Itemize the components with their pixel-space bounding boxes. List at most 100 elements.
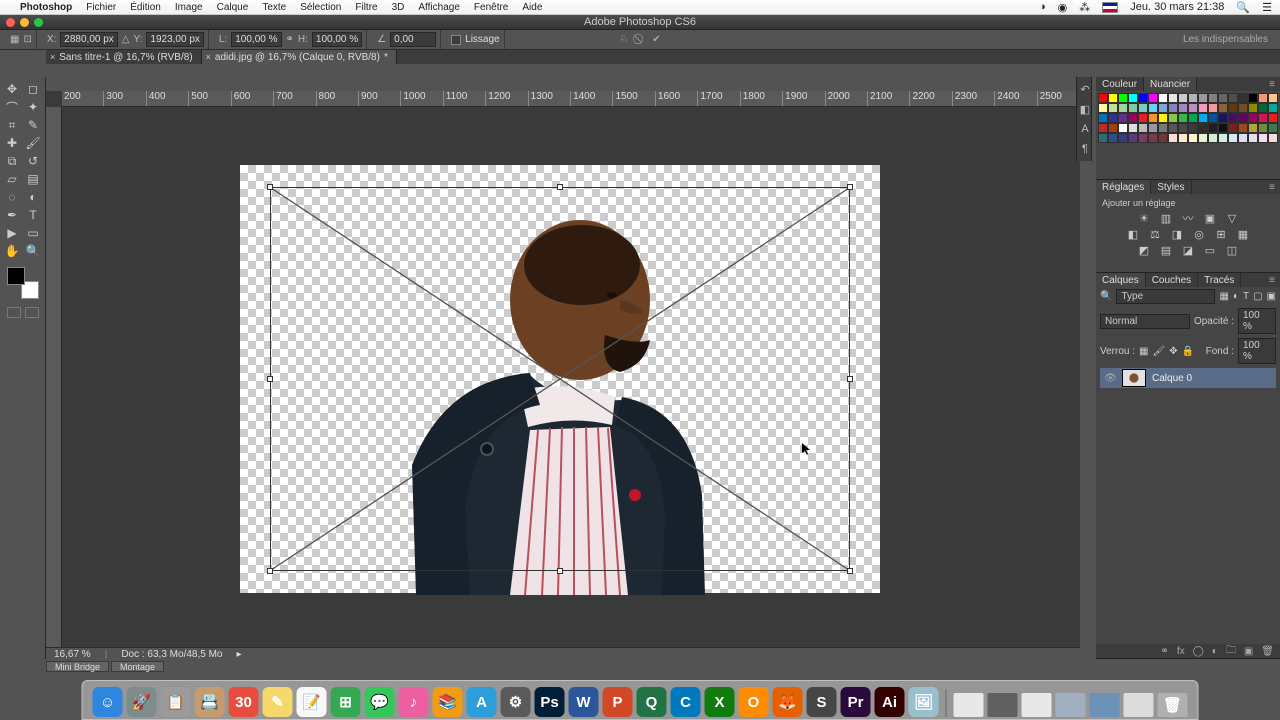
swatch[interactable] — [1128, 133, 1138, 143]
w-field[interactable]: 100,00 % — [231, 32, 281, 47]
dock-app[interactable]: C — [671, 687, 701, 717]
link-wh-icon[interactable]: ⚭ — [286, 34, 294, 45]
swatch[interactable] — [1218, 93, 1228, 103]
swatch[interactable] — [1248, 133, 1258, 143]
dock-app[interactable] — [1090, 693, 1120, 717]
transform-handle[interactable] — [267, 568, 273, 574]
swatch[interactable] — [1228, 103, 1238, 113]
brightness-icon[interactable]: ☀ — [1137, 212, 1151, 224]
filter-pixel-icon[interactable]: ▦ — [1219, 291, 1228, 302]
warp-mode-icon[interactable]: ♘ — [619, 34, 628, 45]
commit-transform-icon[interactable]: ✔ — [652, 34, 660, 45]
timeline-tab[interactable]: Montage — [111, 661, 164, 672]
swatch[interactable] — [1168, 93, 1178, 103]
selective-icon[interactable]: ◫ — [1225, 244, 1239, 256]
swatch[interactable] — [1138, 113, 1148, 123]
stamp-tool[interactable]: ⧉ — [3, 153, 22, 169]
dock-app[interactable]: 🦊 — [773, 687, 803, 717]
swatch[interactable] — [1168, 133, 1178, 143]
swatch[interactable] — [1138, 123, 1148, 133]
new-layer-icon[interactable]: ▣ — [1244, 646, 1253, 657]
close-tab-icon[interactable]: × — [206, 52, 211, 62]
swatch[interactable] — [1128, 103, 1138, 113]
swatch[interactable] — [1258, 133, 1268, 143]
menu-window[interactable]: Fenêtre — [474, 2, 508, 13]
dock-app[interactable]: 🚀 — [127, 687, 157, 717]
swatch[interactable] — [1198, 123, 1208, 133]
swatch[interactable] — [1158, 123, 1168, 133]
eraser-tool[interactable]: ▱ — [3, 171, 22, 187]
swatch[interactable] — [1168, 123, 1178, 133]
transform-handle[interactable] — [847, 376, 853, 382]
menu-filter[interactable]: Filtre — [355, 2, 377, 13]
dock-app[interactable]: ⊞ — [331, 687, 361, 717]
status-flag-icon[interactable] — [1102, 1, 1118, 13]
photofilter-icon[interactable]: ◎ — [1192, 228, 1206, 240]
filter-icon[interactable]: 🔍 — [1100, 291, 1112, 302]
dodge-tool[interactable]: ◐ — [24, 189, 43, 205]
dock-app[interactable]: O — [739, 687, 769, 717]
swatch[interactable] — [1118, 133, 1128, 143]
swatch[interactable] — [1168, 113, 1178, 123]
dock-app[interactable]: 30 — [229, 687, 259, 717]
menu-text[interactable]: Texte — [262, 2, 286, 13]
menu-image[interactable]: Image — [175, 2, 203, 13]
canvas-area[interactable] — [62, 107, 1080, 647]
dock-app[interactable]: X — [705, 687, 735, 717]
path-select-tool[interactable]: ▶ — [3, 225, 22, 241]
adjustment-layer-icon[interactable]: ◐ — [1212, 646, 1218, 657]
dock-app[interactable]: ♪ — [399, 687, 429, 717]
panel-tab-styles[interactable]: Styles — [1151, 180, 1191, 194]
dock-app[interactable]: 💬 — [365, 687, 395, 717]
dock-app[interactable] — [1124, 693, 1154, 717]
swatch[interactable] — [1158, 93, 1168, 103]
filter-adjust-icon[interactable]: ◐ — [1233, 291, 1239, 302]
layer-thumbnail[interactable] — [1122, 369, 1146, 387]
status-spotlight-icon[interactable]: 🔍 — [1236, 1, 1250, 14]
pen-tool[interactable]: ✒ — [3, 207, 22, 223]
dock-app[interactable]: 📋 — [161, 687, 191, 717]
swatch[interactable] — [1148, 103, 1158, 113]
panel-tab-adjustments[interactable]: Réglages — [1096, 180, 1151, 194]
swatch[interactable] — [1218, 133, 1228, 143]
marquee-tool[interactable]: ◻ — [24, 81, 43, 97]
swatch[interactable] — [1108, 93, 1118, 103]
menu-help[interactable]: Aide — [522, 2, 542, 13]
foreground-background-colors[interactable] — [7, 267, 39, 299]
menu-layer[interactable]: Calque — [217, 2, 249, 13]
swatch[interactable] — [1268, 133, 1278, 143]
status-sync-icon[interactable]: ◉ — [1058, 1, 1068, 14]
swatch[interactable] — [1258, 103, 1268, 113]
swatch[interactable] — [1238, 93, 1248, 103]
swatch[interactable] — [1248, 123, 1258, 133]
fx-icon[interactable]: fx — [1177, 646, 1185, 657]
menu-view[interactable]: Affichage — [418, 2, 460, 13]
swatch[interactable] — [1188, 113, 1198, 123]
filter-shape-icon[interactable]: ▢ — [1253, 291, 1262, 302]
swatch[interactable] — [1268, 103, 1278, 113]
swatch[interactable] — [1118, 113, 1128, 123]
dock-app[interactable] — [954, 693, 984, 717]
menu-file[interactable]: Fichier — [86, 2, 116, 13]
visibility-icon[interactable]: 👁 — [1104, 373, 1116, 384]
reference-point-icon[interactable]: ⊡ — [23, 34, 31, 45]
swatch[interactable] — [1178, 133, 1188, 143]
swatch[interactable] — [1238, 113, 1248, 123]
y-field[interactable]: 1923,00 px — [146, 32, 204, 47]
dock-app[interactable]: ☺ — [93, 687, 123, 717]
type-tool[interactable]: T — [24, 207, 43, 223]
ruler-vertical[interactable] — [46, 107, 62, 647]
move-tool[interactable]: ✥ — [3, 81, 22, 97]
swatch[interactable] — [1208, 103, 1218, 113]
levels-icon[interactable]: ▥ — [1159, 212, 1173, 224]
screen-mode-switcher[interactable] — [7, 307, 39, 318]
menu-app[interactable]: Photoshop — [20, 2, 72, 13]
swatch[interactable] — [1138, 103, 1148, 113]
swatch[interactable] — [1268, 123, 1278, 133]
swatch[interactable] — [1238, 123, 1248, 133]
panel-tab-layers[interactable]: Calques — [1096, 273, 1146, 287]
layer-row[interactable]: 👁 Calque 0 — [1100, 368, 1276, 388]
gradient-tool[interactable]: ▤ — [24, 171, 43, 187]
history-brush-tool[interactable]: ↺ — [24, 153, 43, 169]
triangle-icon[interactable]: △ — [122, 34, 130, 45]
